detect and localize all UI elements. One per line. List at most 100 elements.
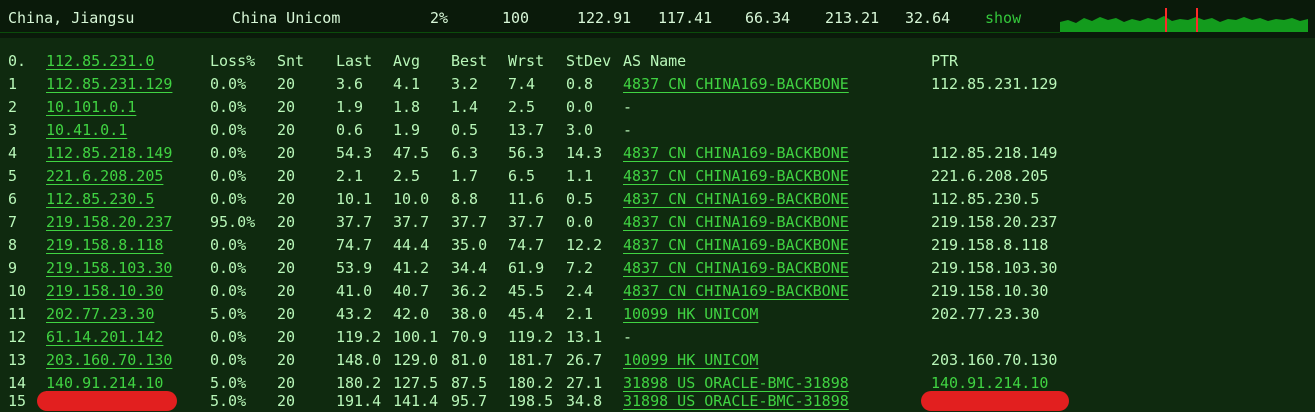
stdev-value: 0.0	[566, 98, 594, 116]
snt-value: 20	[277, 75, 296, 93]
as-name-link[interactable]: 4837 CN CHINA169-BACKBONE	[623, 188, 849, 210]
table-row: 3 10.41.0.1 0.0% 20 0.6 1.9 0.5 13.7 3.0…	[0, 119, 1315, 141]
stdev-value: 2.4	[566, 282, 594, 300]
snt-value: 20	[277, 328, 296, 346]
hop-ip-link[interactable]: 219.158.20.237	[46, 211, 172, 233]
snt-value: 20	[277, 282, 296, 300]
loss-value: 0.0%	[210, 75, 247, 93]
table-header: 0. 112.85.231.0 Loss% Snt Last Avg Best …	[0, 50, 1315, 72]
ip-redaction	[37, 391, 177, 411]
best-value: 81.0	[451, 351, 488, 369]
stdev-value: 0.5	[566, 190, 594, 208]
hop-ip-link[interactable]: 112.85.218.149	[46, 142, 172, 164]
isp: China Unicom	[232, 9, 341, 27]
hop-ip-link[interactable]: 10.41.0.1	[46, 119, 127, 141]
loss-value: 0.0%	[210, 351, 247, 369]
as-name-link[interactable]: 4837 CN CHINA169-BACKBONE	[623, 257, 849, 279]
wrst-value: 61.9	[508, 259, 545, 277]
table-row: 2 10.101.0.1 0.0% 20 1.9 1.8 1.4 2.5 0.0…	[0, 96, 1315, 118]
avg-value: 129.0	[393, 351, 439, 369]
last-value: 43.2	[336, 305, 373, 323]
last-value: 37.7	[336, 213, 373, 231]
as-name-link[interactable]: 10099 HK UNICOM	[623, 349, 758, 371]
last-value: 191.4	[336, 392, 382, 410]
ptr-value: 219.158.10.30	[931, 282, 1049, 300]
loss-value: 5.0%	[210, 392, 247, 410]
as-name-link[interactable]: 4837 CN CHINA169-BACKBONE	[623, 211, 849, 233]
hop-number: 11	[8, 305, 27, 323]
summary-sent: 100	[502, 9, 530, 27]
last-value: 119.2	[336, 328, 382, 346]
wrst-value: 11.6	[508, 190, 545, 208]
summary-avg: 117.41	[658, 9, 713, 27]
hop-ip-link[interactable]: 219.158.103.30	[46, 257, 172, 279]
ptr-value: 219.158.20.237	[931, 213, 1058, 231]
hop-ip-link[interactable]: 202.77.23.30	[46, 303, 154, 325]
table-row: 12 61.14.201.142 0.0% 20 119.2 100.1 70.…	[0, 326, 1315, 348]
table-row: 13 203.160.70.130 0.0% 20 148.0 129.0 81…	[0, 349, 1315, 371]
show-link[interactable]: show	[985, 9, 1021, 27]
col-avg: Avg	[393, 52, 421, 70]
hop-ip-link[interactable]: 10.101.0.1	[46, 96, 136, 118]
as-name-link[interactable]: 4837 CN CHINA169-BACKBONE	[623, 165, 849, 187]
hop-ip-link[interactable]: 219.158.10.30	[46, 280, 163, 302]
top-summary-bar: China, Jiangsu China Unicom 2% 100 122.9…	[0, 0, 1315, 38]
hop-number: 3	[8, 121, 18, 139]
hop-ip-link[interactable]: 112.85.230.5	[46, 188, 154, 210]
hop-ip-link[interactable]: 221.6.208.205	[46, 165, 163, 187]
as-name-link[interactable]: 4837 CN CHINA169-BACKBONE	[623, 234, 849, 256]
avg-value: 141.4	[393, 392, 439, 410]
hop-ip-link[interactable]: 61.14.201.142	[46, 326, 163, 348]
hop-number: 2	[8, 98, 18, 116]
loss-value: 0.0%	[210, 190, 247, 208]
wrst-value: 181.7	[508, 351, 554, 369]
loss-value: 0.0%	[210, 144, 247, 162]
ptr-redaction	[921, 391, 1069, 411]
hop-ip-link[interactable]: 203.160.70.130	[46, 349, 172, 371]
ptr-value: 202.77.23.30	[931, 305, 1040, 323]
best-value: 1.7	[451, 167, 479, 185]
best-value: 38.0	[451, 305, 488, 323]
col-stdev: StDev	[566, 52, 612, 70]
summary-stdev: 32.64	[905, 9, 951, 27]
table-row: 10 219.158.10.30 0.0% 20 41.0 40.7 36.2 …	[0, 280, 1315, 302]
as-name-link[interactable]: 4837 CN CHINA169-BACKBONE	[623, 73, 849, 95]
loss-value: 0.0%	[210, 282, 247, 300]
col-target-ip[interactable]: 112.85.231.0	[46, 50, 154, 72]
col-snt: Snt	[277, 52, 305, 70]
hop-number: 6	[8, 190, 18, 208]
avg-value: 1.9	[393, 121, 421, 139]
wrst-value: 198.5	[508, 392, 554, 410]
summary-best: 66.34	[745, 9, 791, 27]
as-name-link[interactable]: 31898 US ORACLE-BMC-31898	[623, 390, 849, 412]
hop-ip-link[interactable]: 112.85.231.129	[46, 73, 172, 95]
table-row: 15 5.0% 20 191.4 141.4 95.7 198.5 34.8 3…	[0, 390, 1315, 412]
best-value: 95.7	[451, 392, 488, 410]
as-name-link[interactable]: 10099 HK UNICOM	[623, 303, 758, 325]
avg-value: 42.0	[393, 305, 430, 323]
loss-value: 0.0%	[210, 236, 247, 254]
as-name-link[interactable]: 4837 CN CHINA169-BACKBONE	[623, 280, 849, 302]
loss-value: 0.0%	[210, 167, 247, 185]
ptr-value: 112.85.230.5	[931, 190, 1040, 208]
last-value: 3.6	[336, 75, 364, 93]
col-wrst: Wrst	[508, 52, 545, 70]
avg-value: 40.7	[393, 282, 430, 300]
table-row: 4 112.85.218.149 0.0% 20 54.3 47.5 6.3 5…	[0, 142, 1315, 164]
last-value: 2.1	[336, 167, 364, 185]
avg-value: 47.5	[393, 144, 430, 162]
hop-ip-link[interactable]: 219.158.8.118	[46, 234, 163, 256]
hop-number: 15	[8, 392, 27, 410]
avg-value: 37.7	[393, 213, 430, 231]
stdev-value: 7.2	[566, 259, 594, 277]
avg-value: 1.8	[393, 98, 421, 116]
best-value: 1.4	[451, 98, 479, 116]
col-as-name: AS Name	[623, 52, 687, 70]
snt-value: 20	[277, 144, 296, 162]
best-value: 70.9	[451, 328, 488, 346]
last-value: 10.1	[336, 190, 373, 208]
avg-value: 10.0	[393, 190, 430, 208]
as-name-link[interactable]: 4837 CN CHINA169-BACKBONE	[623, 142, 849, 164]
avg-value: 100.1	[393, 328, 439, 346]
hop-number: 9	[8, 259, 18, 277]
